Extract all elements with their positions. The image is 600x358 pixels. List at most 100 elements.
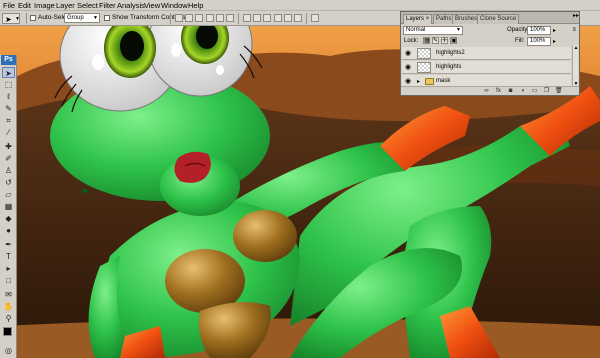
marquee-tool-icon[interactable]: ⬚ [2,79,15,90]
distribute-right-button[interactable] [294,14,302,22]
align-right-button[interactable] [226,14,234,22]
panel-collapse-icon[interactable]: ▸▸ [573,12,579,19]
trash-icon[interactable]: 🗑 [555,88,563,95]
opacity-label: Opacity: [507,27,530,33]
quick-mask-icon[interactable]: ◎ [2,345,15,356]
align-hcenter-button[interactable] [216,14,224,22]
panel-menu-icon[interactable]: ≡ [572,27,576,33]
divider [306,13,307,24]
lasso-tool-icon[interactable]: ℓ [2,91,15,102]
blend-row: Normal ▼ Opacity: 100% ▸ ≡ [401,25,579,35]
healing-brush-tool-icon[interactable]: ✚ [2,141,15,152]
chevron-down-icon: ▼ [15,16,20,22]
auto-select-dropdown[interactable]: Group ▼ [64,13,100,23]
expand-triangle-icon[interactable]: ▸ [417,78,420,85]
menu-help[interactable]: Help [188,1,203,10]
tool-preset-picker[interactable]: ➤ ▼ [2,13,20,24]
eye-icon[interactable]: ◉ [405,50,411,57]
blur-tool-icon[interactable]: ◆ [2,213,15,224]
menu-window[interactable]: Window [161,1,188,10]
fill-input[interactable]: 100% [527,37,551,46]
auto-align-button[interactable] [311,14,319,22]
chevron-right-icon[interactable]: ▸ [553,27,556,34]
new-layer-icon[interactable]: ❐ [543,88,550,95]
blend-mode-dropdown[interactable]: Normal ▼ [403,26,463,35]
zoom-tool-icon[interactable]: ⚲ [2,313,15,324]
align-top-button[interactable] [175,14,183,22]
lock-transparent-icon[interactable]: ▦ [423,37,430,44]
lock-pixels-icon[interactable]: ✎ [432,37,439,44]
divider [170,13,171,24]
menu-analysis[interactable]: Analysis [117,1,145,10]
clone-stamp-tool-icon[interactable]: ♙ [2,165,15,176]
layer-thumbnail [417,62,431,73]
tab-layers[interactable]: Layers × [403,14,433,24]
hand-tool-icon[interactable]: ✋ [2,301,15,312]
notes-tool-icon[interactable]: ✉ [2,289,15,300]
menu-select[interactable]: Select [77,1,98,10]
history-brush-tool-icon[interactable]: ↺ [2,177,15,188]
chevron-right-icon[interactable]: ▸ [553,38,556,45]
eye-icon[interactable]: ◉ [405,78,411,85]
auto-select-checkbox[interactable] [30,15,36,21]
pen-tool-icon[interactable]: ✒ [2,239,15,250]
opacity-input[interactable]: 100% [527,26,551,35]
layer-name: mask [436,78,451,84]
tab-brushes[interactable]: Brushes [452,14,481,24]
layer-name: highlights [436,64,462,70]
layer-mask-icon[interactable]: ◙ [507,88,514,95]
new-group-icon[interactable]: ▭ [531,88,538,95]
foreground-color-swatch[interactable] [3,327,12,336]
panel-tab-strip: Layers × Paths Brushes Clone Source ▸▸ [401,12,579,24]
link-layers-icon[interactable]: ∞ [483,88,490,95]
menu-view[interactable]: View [144,1,160,10]
menu-bar: File Edit Image Layer Select Filter Anal… [0,0,600,11]
layers-footer: ∞ fx ◙ ◑ ▭ ❐ 🗑 [401,86,579,95]
eye-icon[interactable]: ◉ [405,64,411,71]
align-vcenter-button[interactable] [185,14,193,22]
align-bottom-button[interactable] [195,14,203,22]
layers-scrollbar[interactable]: ▲ ▼ [572,45,578,87]
left-eye-highlight [92,54,104,70]
gradient-tool-icon[interactable]: ▦ [2,201,15,212]
eyedropper-tool-icon[interactable]: ⁄ [2,127,15,138]
distribute-hcenter-button[interactable] [284,14,292,22]
eraser-tool-icon[interactable]: ▱ [2,189,15,200]
bikini-top-right [233,210,297,262]
menu-edit[interactable]: Edit [18,1,31,10]
move-tool-icon[interactable]: ➤ [2,67,15,78]
quick-selection-tool-icon[interactable]: ✎ [2,103,15,114]
menu-filter[interactable]: Filter [99,1,116,10]
shape-tool-icon[interactable]: □ [2,275,15,286]
layer-name: highlights2 [436,50,465,56]
lock-position-icon[interactable]: ✛ [441,37,448,44]
close-icon[interactable]: × [426,16,430,22]
align-left-button[interactable] [206,14,214,22]
path-selection-tool-icon[interactable]: ▸ [2,263,15,274]
distribute-left-button[interactable] [274,14,282,22]
fill-value: 100% [530,38,546,44]
divider [238,13,239,24]
type-tool-icon[interactable]: T [2,251,15,262]
distribute-top-button[interactable] [243,14,251,22]
eye-sparkle [216,65,224,75]
menu-layer[interactable]: Layer [56,1,75,10]
distribute-vcenter-button[interactable] [253,14,261,22]
brush-tool-icon[interactable]: ✐ [2,153,15,164]
transform-controls-checkbox[interactable] [104,15,110,21]
crop-tool-icon[interactable]: ⌗ [2,115,15,126]
layer-style-icon[interactable]: fx [495,88,502,95]
adjustment-layer-icon[interactable]: ◑ [519,88,526,95]
menu-file[interactable]: File [3,1,15,10]
tab-layers-label: Layers [406,16,425,22]
layer-row[interactable]: ◉ highlights2 [402,47,571,60]
tab-clone-source[interactable]: Clone Source [477,14,520,24]
layer-row[interactable]: ◉ highlights [402,61,571,74]
distribute-bottom-button[interactable] [263,14,271,22]
left-pupil [120,31,144,61]
lock-all-icon[interactable]: ▣ [450,37,457,44]
dodge-tool-icon[interactable]: ● [2,225,15,236]
nostril [82,189,88,193]
menu-image[interactable]: Image [34,1,55,10]
scroll-up-icon[interactable]: ▲ [573,45,579,51]
